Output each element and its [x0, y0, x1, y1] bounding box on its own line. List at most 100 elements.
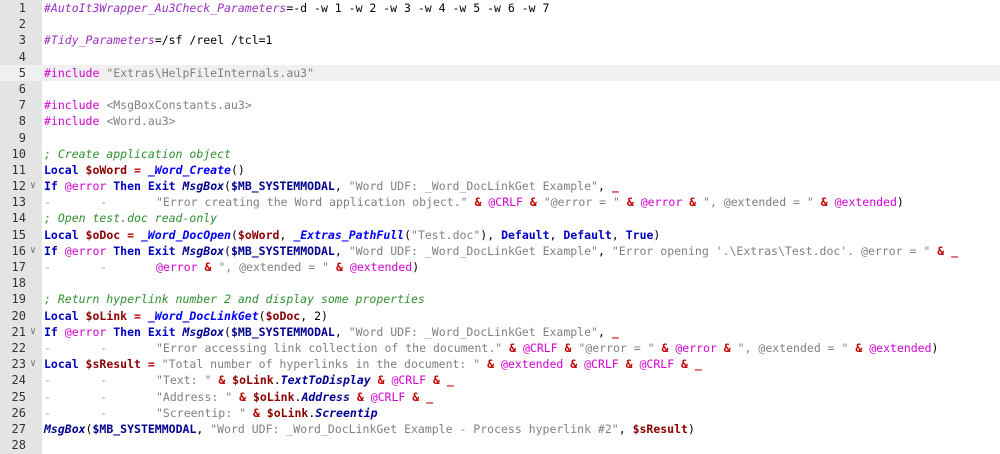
code-line[interactable]: 28	[0, 437, 1000, 453]
code-token: <Word.au3>	[106, 114, 176, 129]
line-number: 13	[11, 195, 26, 210]
indent-guide: -	[100, 260, 107, 274]
code-token: ),	[480, 227, 502, 242]
code-token: $MB_SYSTEMMODAL	[230, 179, 335, 194]
code-token: ,	[300, 308, 315, 323]
code-line[interactable]: 6	[0, 81, 1000, 97]
code-token: If	[44, 179, 65, 194]
code-token: $MB_SYSTEMMODAL	[230, 243, 335, 258]
code-line[interactable]: 8 #include <Word.au3>	[0, 113, 1000, 129]
code-token: _	[611, 324, 619, 339]
fold-toggle-icon[interactable]: ∨	[28, 356, 38, 372]
code-line[interactable]: 24 - - "Text: " & $oLink.TextToDisplay & @C…	[0, 372, 1000, 388]
code-token: "Word UDF: _Word_DocLinkGet Example"	[348, 243, 598, 258]
line-number: 10	[11, 146, 26, 161]
fold-toggle-icon[interactable]: ∨	[28, 178, 38, 194]
code-token: $MB_SYSTEMMODAL	[230, 324, 335, 339]
code-token: $oWord	[85, 162, 128, 177]
code-token: @CRLF	[584, 357, 619, 372]
code-token: If	[44, 243, 65, 258]
code-line[interactable]: 5 #include "Extras\HelpFileInternals.au3"	[0, 64, 1000, 81]
line-number: 11	[11, 162, 26, 177]
code-text: If @error Then Exit MsgBox($MB_SYSTEMMOD…	[44, 178, 619, 194]
code-token: (	[224, 324, 231, 339]
code-line[interactable]: 17 - - @error & ", @extended = " & @extende…	[0, 259, 1000, 275]
code-line[interactable]: 1 #AutoIt3Wrapper_Au3Check_Parameters=-d …	[0, 0, 1000, 16]
code-token: &	[848, 340, 870, 355]
code-line[interactable]: 19 ; Return hyperlink number 2 and displa…	[0, 291, 1000, 307]
code-token: #AutoIt3Wrapper_Au3Check_Parameters	[44, 1, 287, 15]
code-token: "Error creating the Word application obj…	[156, 195, 468, 210]
code-token: "Address: "	[156, 389, 233, 404]
code-token: #include	[44, 98, 107, 113]
code-line[interactable]: 7 #include <MsgBoxConstants.au3>	[0, 97, 1000, 113]
code-token: _Word_Create	[147, 162, 231, 177]
code-line[interactable]: 25- - "Address: " & $oLink.Address & @CRLF…	[0, 389, 1000, 405]
code-token: _Word_DocLinkGet	[147, 308, 259, 323]
code-line[interactable]: 20 Local $oLink = _Word_DocLinkGet($oDoc,…	[0, 308, 1000, 324]
indent-guide: -	[44, 373, 51, 388]
code-token: & _	[930, 243, 959, 258]
line-number: 2	[18, 17, 26, 32]
code-line[interactable]: 15 Local $oDoc = _Word_DocOpen($oWord, _E…	[0, 227, 1000, 243]
code-token: $oLink	[85, 308, 128, 323]
indent-guide: -	[44, 389, 51, 404]
code-token: If	[44, 324, 65, 339]
code-line[interactable]: 3 #Tidy_Parameters=/sf /reel /tcl=1	[0, 32, 1000, 48]
code-token: (	[224, 179, 231, 194]
code-token: )	[653, 227, 661, 242]
code-token: MsgBox	[182, 243, 225, 258]
code-token: True	[625, 227, 654, 242]
line-number: 24	[11, 373, 26, 388]
code-token: "Word UDF: _Word_DocLinkGet Example"	[348, 179, 598, 194]
code-token: "Text: "	[156, 373, 212, 388]
code-line[interactable]: 13 - - "Error creating the Word application…	[0, 194, 1000, 210]
code-token: ,	[597, 243, 612, 258]
code-token: & _	[426, 373, 454, 388]
code-line[interactable]: 9	[0, 130, 1000, 146]
code-token: &	[654, 340, 676, 355]
line-number: 9	[18, 130, 26, 145]
code-lines: 1 #AutoIt3Wrapper_Au3Check_Parameters=-d …	[0, 0, 1000, 453]
code-text: ; Return hyperlink number 2 and display …	[44, 291, 425, 307]
code-token: "Error accessing link collection of the …	[156, 340, 503, 355]
code-line[interactable]: 14 ; Open test.doc read-only	[0, 210, 1000, 226]
code-token: & _	[405, 389, 434, 404]
code-line[interactable]: 4	[0, 49, 1000, 65]
code-line[interactable]: 10 ; Create application object	[0, 146, 1000, 162]
code-line[interactable]: 18	[0, 275, 1000, 291]
code-line[interactable]: 23 ∨ Local $sResult = "Total number of hyp…	[0, 356, 1000, 372]
code-token: & _	[674, 357, 702, 372]
code-line[interactable]: 26- - "Screentip: " & $oLink.Screentip	[0, 405, 1000, 421]
code-line[interactable]: 27 MsgBox($MB_SYSTEMMODAL, "Word UDF: _Wo…	[0, 421, 1000, 437]
code-token: ", @extended = "	[218, 260, 330, 274]
line-number: 21	[11, 324, 26, 339]
code-token: ; Open test.doc read-only	[44, 211, 218, 226]
line-number: 28	[11, 438, 26, 453]
code-token: @extended	[869, 340, 932, 355]
code-token: $oDoc	[265, 308, 301, 323]
indent-guide: -	[44, 405, 51, 420]
code-line[interactable]: 2	[0, 16, 1000, 32]
line-number: 1	[18, 1, 26, 15]
code-token: "Word UDF: _Word_DocLinkGet Example - Pr…	[210, 421, 619, 436]
code-token: @error	[156, 260, 198, 274]
code-line[interactable]: 22 - - "Error accessing link collection of …	[0, 340, 1000, 356]
code-text: #include "Extras\HelpFileInternals.au3"	[44, 65, 314, 81]
line-number: 25	[11, 389, 26, 404]
code-line[interactable]: 11 Local $oWord = _Word_Create()	[0, 162, 1000, 178]
fold-toggle-icon[interactable]: ∨	[28, 324, 38, 340]
code-line[interactable]: 21 ∨ If @error Then Exit MsgBox($MB_SYSTEM…	[0, 324, 1000, 340]
code-token: Local	[44, 357, 86, 372]
code-token: &	[467, 195, 489, 210]
code-line[interactable]: 16 ∨ If @error Then Exit MsgBox($MB_SYSTEM…	[0, 243, 1000, 259]
code-line[interactable]: 12 ∨ If @error Then Exit MsgBox($MB_SYSTEM…	[0, 178, 1000, 194]
code-token: "Screentip: "	[156, 405, 247, 420]
code-token: @extended	[501, 357, 564, 372]
line-number: 18	[11, 276, 26, 291]
fold-toggle-icon[interactable]: ∨	[28, 243, 38, 259]
code-token: ", @extended = "	[737, 340, 849, 355]
code-token: ()	[230, 162, 245, 177]
code-token: (	[404, 227, 412, 242]
code-editor[interactable]: 1 #AutoIt3Wrapper_Au3Check_Parameters=-d …	[0, 0, 1000, 454]
